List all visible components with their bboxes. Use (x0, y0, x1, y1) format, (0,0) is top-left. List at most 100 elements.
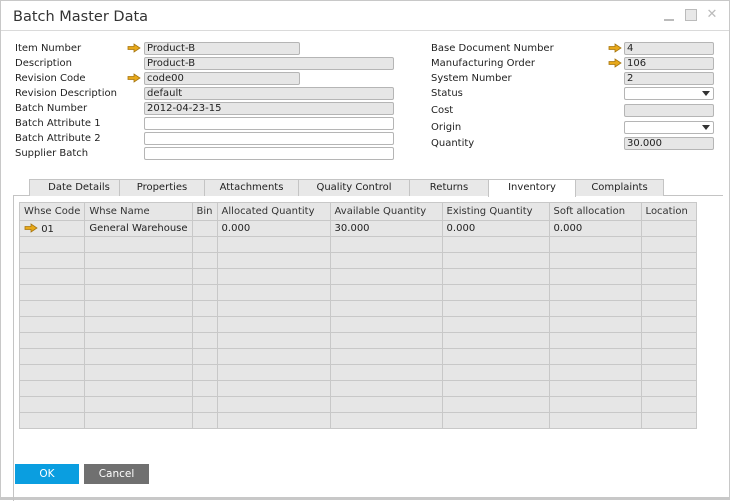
empty-cell[interactable] (329, 412, 443, 429)
empty-cell[interactable] (640, 412, 697, 429)
empty-cell[interactable] (441, 268, 550, 285)
empty-table-row[interactable] (18, 300, 697, 317)
column-header[interactable]: Bin (191, 202, 218, 221)
empty-cell[interactable] (441, 252, 550, 269)
empty-cell[interactable] (18, 412, 86, 429)
status-dropdown[interactable] (624, 87, 714, 100)
bin-cell[interactable] (191, 220, 218, 237)
empty-cell[interactable] (441, 348, 550, 365)
tab-inventory[interactable]: Inventory (488, 179, 576, 197)
whse-name-cell[interactable]: General Warehouse (84, 220, 193, 237)
empty-cell[interactable] (18, 332, 86, 349)
empty-cell[interactable] (441, 300, 550, 317)
empty-cell[interactable] (84, 300, 193, 317)
tab-properties[interactable]: Properties (119, 179, 205, 196)
link-arrow-icon[interactable] (24, 222, 38, 233)
empty-cell[interactable] (441, 236, 550, 253)
empty-cell[interactable] (640, 332, 697, 349)
empty-table-row[interactable] (18, 364, 697, 381)
column-header[interactable]: Soft allocation (548, 202, 642, 221)
empty-cell[interactable] (216, 284, 331, 301)
column-header[interactable]: Existing Quantity (441, 202, 550, 221)
origin-dropdown[interactable] (624, 121, 714, 134)
empty-cell[interactable] (329, 380, 443, 397)
batch-number-field[interactable]: 2012-04-23-15 (144, 102, 394, 115)
empty-table-row[interactable] (18, 316, 697, 333)
empty-cell[interactable] (84, 396, 193, 413)
empty-cell[interactable] (329, 332, 443, 349)
empty-cell[interactable] (191, 316, 218, 333)
link-arrow-icon[interactable] (127, 43, 141, 53)
ok-button[interactable]: OK (15, 464, 79, 484)
empty-cell[interactable] (548, 396, 642, 413)
empty-cell[interactable] (640, 316, 697, 333)
empty-cell[interactable] (84, 268, 193, 285)
tab-complaints[interactable]: Complaints (575, 179, 664, 196)
empty-cell[interactable] (216, 332, 331, 349)
empty-cell[interactable] (640, 348, 697, 365)
empty-table-row[interactable] (18, 380, 697, 397)
empty-cell[interactable] (441, 332, 550, 349)
link-arrow-icon[interactable] (608, 58, 622, 68)
tab-attachments[interactable]: Attachments (204, 179, 299, 196)
empty-cell[interactable] (84, 380, 193, 397)
empty-cell[interactable] (18, 348, 86, 365)
minimize-icon[interactable] (662, 8, 676, 22)
tab-returns[interactable]: Returns (409, 179, 489, 196)
empty-cell[interactable] (84, 236, 193, 253)
location-cell[interactable] (640, 220, 697, 237)
empty-cell[interactable] (548, 268, 642, 285)
empty-table-row[interactable] (18, 236, 697, 253)
empty-cell[interactable] (640, 300, 697, 317)
empty-cell[interactable] (216, 348, 331, 365)
link-arrow-icon[interactable] (127, 73, 141, 83)
empty-cell[interactable] (216, 300, 331, 317)
description-field[interactable]: Product-B (144, 57, 394, 70)
empty-cell[interactable] (18, 396, 86, 413)
empty-cell[interactable] (329, 316, 443, 333)
existing-quantity-cell[interactable]: 0.000 (441, 220, 550, 237)
manufacturing-order-field[interactable]: 106 (624, 57, 714, 70)
empty-cell[interactable] (191, 348, 218, 365)
empty-cell[interactable] (84, 364, 193, 381)
empty-table-row[interactable] (18, 268, 697, 285)
empty-cell[interactable] (216, 268, 331, 285)
empty-cell[interactable] (329, 364, 443, 381)
empty-table-row[interactable] (18, 252, 697, 269)
empty-cell[interactable] (18, 284, 86, 301)
empty-cell[interactable] (548, 284, 642, 301)
batch-attribute-1-field[interactable] (144, 117, 394, 130)
empty-table-row[interactable] (18, 284, 697, 301)
empty-cell[interactable] (640, 380, 697, 397)
empty-cell[interactable] (216, 236, 331, 253)
empty-cell[interactable] (191, 396, 218, 413)
empty-cell[interactable] (548, 332, 642, 349)
empty-cell[interactable] (548, 364, 642, 381)
empty-cell[interactable] (640, 364, 697, 381)
revision-code-field[interactable]: code00 (144, 72, 300, 85)
empty-cell[interactable] (548, 348, 642, 365)
empty-cell[interactable] (191, 364, 218, 381)
empty-cell[interactable] (18, 364, 86, 381)
empty-cell[interactable] (191, 300, 218, 317)
tab-date-details[interactable]: Date Details (29, 179, 129, 196)
quantity-field[interactable]: 30.000 (624, 137, 714, 150)
empty-cell[interactable] (441, 380, 550, 397)
maximize-icon[interactable] (684, 8, 698, 22)
empty-cell[interactable] (640, 284, 697, 301)
supplier-batch-field[interactable] (144, 147, 394, 160)
empty-table-row[interactable] (18, 332, 697, 349)
empty-cell[interactable] (548, 252, 642, 269)
empty-cell[interactable] (640, 396, 697, 413)
empty-cell[interactable] (441, 284, 550, 301)
empty-cell[interactable] (18, 268, 86, 285)
empty-cell[interactable] (84, 348, 193, 365)
empty-cell[interactable] (329, 396, 443, 413)
available-quantity-cell[interactable]: 30.000 (329, 220, 443, 237)
empty-cell[interactable] (191, 380, 218, 397)
system-number-field[interactable]: 2 (624, 72, 714, 85)
empty-cell[interactable] (216, 364, 331, 381)
cost-field[interactable] (624, 104, 714, 117)
table-row[interactable]: 01 General Warehouse 0.000 30.000 0.000 … (18, 220, 697, 237)
empty-cell[interactable] (329, 236, 443, 253)
